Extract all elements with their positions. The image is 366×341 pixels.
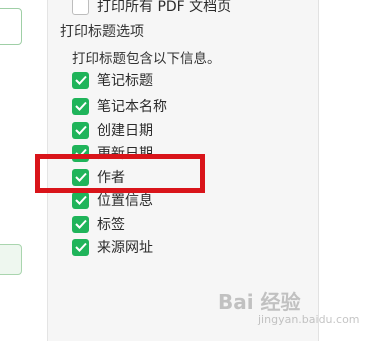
checkbox-checked-icon[interactable]: [72, 191, 89, 209]
option-tags[interactable]: 标签: [72, 214, 125, 234]
option-label: 笔记本名称: [97, 99, 167, 115]
checkbox-checked-icon[interactable]: [72, 71, 89, 89]
left-panel-button-bottom[interactable]: [0, 244, 22, 275]
right-panel: [319, 0, 366, 341]
highlight-box: [35, 154, 205, 193]
checkbox-checked-icon[interactable]: [72, 97, 89, 115]
option-location[interactable]: 位置信息: [72, 190, 153, 210]
option-created-date[interactable]: 创建日期: [72, 120, 153, 140]
option-notebook-name[interactable]: 笔记本名称: [72, 96, 167, 116]
checkbox-checked-icon[interactable]: [72, 121, 89, 139]
watermark-url: jingyan.baidu.com: [258, 313, 360, 326]
option-label: 位置信息: [97, 193, 153, 209]
section-title: 打印标题选项: [60, 24, 144, 40]
print-all-pdf-pages-label: 打印所有 PDF 文档页: [97, 0, 232, 15]
option-label: 标签: [97, 217, 125, 233]
watermark-logo: Bai 经验: [218, 290, 301, 314]
option-source-url[interactable]: 来源网址: [72, 237, 153, 257]
option-label: 笔记标题: [97, 73, 153, 89]
print-all-pdf-pages-checkbox[interactable]: [72, 0, 89, 15]
option-label: 来源网址: [97, 240, 153, 256]
option-note-title[interactable]: 笔记标题: [72, 70, 153, 90]
option-label: 创建日期: [97, 123, 153, 139]
print-all-pdf-pages-option[interactable]: 打印所有 PDF 文档页: [72, 0, 231, 16]
section-description: 打印标题包含以下信息。: [72, 51, 221, 67]
checkbox-checked-icon[interactable]: [72, 215, 89, 233]
left-panel-button-top[interactable]: [0, 8, 22, 45]
checkbox-checked-icon[interactable]: [72, 238, 89, 256]
